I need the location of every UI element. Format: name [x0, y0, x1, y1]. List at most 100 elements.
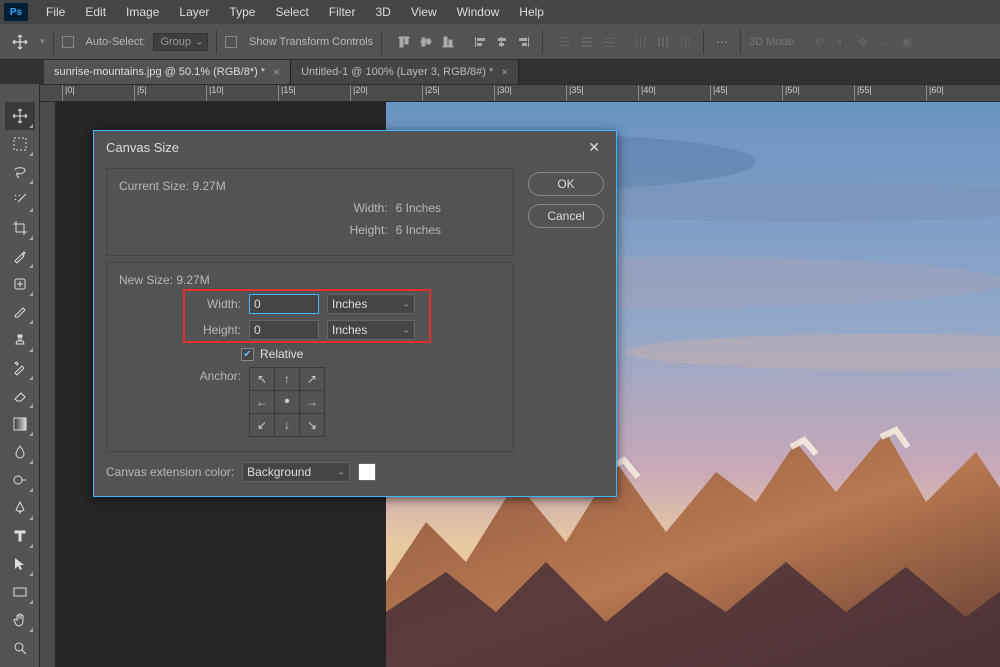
new-width-label: Width:	[185, 297, 241, 311]
magic-wand-tool[interactable]	[5, 186, 35, 214]
auto-select-label: Auto-Select:	[86, 36, 146, 48]
dodge-tool[interactable]	[5, 466, 35, 494]
show-transform-checkbox[interactable]	[225, 36, 237, 48]
align-top-icon[interactable]	[394, 32, 414, 52]
doc-tab-label: sunrise-mountains.jpg @ 50.1% (RGB/8*) *	[54, 66, 265, 78]
move-tool-indicator	[8, 30, 32, 54]
current-size-group: Current Size: 9.27M Width: 6 Inches Heigh…	[106, 168, 514, 256]
anchor-nw[interactable]: ↖	[250, 368, 274, 390]
doc-tab-label: Untitled-1 @ 100% (Layer 3, RGB/8#) *	[301, 66, 493, 78]
anchor-e[interactable]: →	[300, 391, 324, 413]
3d-pan-icon: ✥	[853, 32, 873, 52]
blur-tool[interactable]	[5, 438, 35, 466]
zoom-tool[interactable]	[5, 634, 35, 662]
menu-bar: Ps File Edit Image Layer Type Select Fil…	[0, 0, 1000, 24]
relative-checkbox[interactable]: ✔	[241, 348, 254, 361]
current-height-label: Height:	[350, 223, 388, 237]
cancel-button[interactable]: Cancel	[528, 204, 604, 228]
new-size-group: New Size: 9.27M Width: Inches⌄ Height: I…	[106, 262, 514, 452]
dialog-title: Canvas Size	[106, 140, 179, 155]
distribute-right-icon	[675, 32, 695, 52]
anchor-grid: ↖ ↑ ↗ ← • → ↙ ↓ ↘	[249, 367, 325, 437]
menu-image[interactable]: Image	[116, 5, 169, 19]
anchor-center[interactable]: •	[275, 391, 299, 413]
crop-tool[interactable]	[5, 214, 35, 242]
options-bar: ▾ Auto-Select: Group⌄ Show Transform Con…	[0, 24, 1000, 60]
clone-stamp-tool[interactable]	[5, 326, 35, 354]
anchor-ne[interactable]: ↗	[300, 368, 324, 390]
move-tool[interactable]	[5, 102, 35, 130]
new-size-label: New Size: 9.27M	[119, 273, 501, 287]
menu-help[interactable]: Help	[509, 5, 554, 19]
marquee-tool[interactable]	[5, 130, 35, 158]
menu-layer[interactable]: Layer	[169, 5, 219, 19]
hand-tool[interactable]	[5, 606, 35, 634]
menu-window[interactable]: Window	[447, 5, 510, 19]
align-vcenter-icon[interactable]	[416, 32, 436, 52]
canvas-size-dialog: Canvas Size ✕ Current Size: 9.27M Width:…	[93, 130, 617, 497]
align-right-icon[interactable]	[514, 32, 534, 52]
current-height-value: 6 Inches	[396, 223, 441, 237]
3d-slide-icon: ↔	[875, 32, 895, 52]
distribute-left-icon	[631, 32, 651, 52]
anchor-se[interactable]: ↘	[300, 414, 324, 436]
anchor-s[interactable]: ↓	[275, 414, 299, 436]
current-size-label: Current Size: 9.27M	[119, 179, 501, 193]
brush-tool[interactable]	[5, 298, 35, 326]
anchor-label: Anchor:	[197, 367, 241, 383]
width-input[interactable]	[249, 294, 319, 314]
pen-tool[interactable]	[5, 494, 35, 522]
ruler-horizontal: |0| |5| |10| |15| |20| |25| |30| |35| |4…	[40, 84, 1000, 102]
relative-label: Relative	[260, 347, 303, 361]
close-tab-icon[interactable]: ×	[501, 65, 508, 79]
align-bottom-icon[interactable]	[438, 32, 458, 52]
align-left-icon[interactable]	[470, 32, 490, 52]
ok-button[interactable]: OK	[528, 172, 604, 196]
align-hcenter-icon[interactable]	[492, 32, 512, 52]
type-tool[interactable]	[5, 522, 35, 550]
anchor-n[interactable]: ↑	[275, 368, 299, 390]
eraser-tool[interactable]	[5, 382, 35, 410]
close-tab-icon[interactable]: ×	[273, 65, 280, 79]
3d-zoom-icon: ▣	[897, 32, 917, 52]
distribute-top-icon	[555, 32, 575, 52]
toolbox	[0, 84, 40, 667]
show-transform-label: Show Transform Controls	[249, 36, 373, 48]
anchor-sw[interactable]: ↙	[250, 414, 274, 436]
menu-edit[interactable]: Edit	[75, 5, 116, 19]
ps-logo: Ps	[4, 3, 28, 21]
eyedropper-tool[interactable]	[5, 242, 35, 270]
extension-color-swatch[interactable]	[358, 463, 376, 481]
menu-filter[interactable]: Filter	[319, 5, 366, 19]
menu-view[interactable]: View	[401, 5, 447, 19]
menu-3d[interactable]: 3D	[365, 5, 400, 19]
current-width-label: Width:	[354, 201, 388, 215]
gradient-tool[interactable]	[5, 410, 35, 438]
current-width-value: 6 Inches	[396, 201, 441, 215]
close-icon[interactable]: ✕	[584, 139, 604, 156]
doc-tab-1[interactable]: sunrise-mountains.jpg @ 50.1% (RGB/8*) *…	[44, 60, 291, 84]
distribute-hcenter-icon	[653, 32, 673, 52]
more-options-icon[interactable]: ⋯	[712, 32, 732, 52]
3d-mode-label: 3D Mode:	[749, 36, 797, 48]
auto-select-checkbox[interactable]	[62, 36, 74, 48]
width-unit-dropdown[interactable]: Inches⌄	[327, 294, 415, 314]
height-input[interactable]	[249, 320, 319, 340]
doc-tab-2[interactable]: Untitled-1 @ 100% (Layer 3, RGB/8#) * ×	[291, 60, 519, 84]
new-height-label: Height:	[185, 323, 241, 337]
menu-select[interactable]: Select	[265, 5, 318, 19]
history-brush-tool[interactable]	[5, 354, 35, 382]
extension-color-dropdown[interactable]: Background⌄	[242, 462, 350, 482]
lasso-tool[interactable]	[5, 158, 35, 186]
anchor-w[interactable]: ←	[250, 391, 274, 413]
height-unit-dropdown[interactable]: Inches⌄	[327, 320, 415, 340]
3d-roll-icon: ◐	[831, 32, 851, 52]
path-selection-tool[interactable]	[5, 550, 35, 578]
healing-brush-tool[interactable]	[5, 270, 35, 298]
distribute-bottom-icon	[599, 32, 619, 52]
menu-file[interactable]: File	[36, 5, 75, 19]
distribute-vcenter-icon	[577, 32, 597, 52]
menu-type[interactable]: Type	[219, 5, 265, 19]
rectangle-tool[interactable]	[5, 578, 35, 606]
auto-select-dropdown[interactable]: Group⌄	[153, 33, 208, 51]
